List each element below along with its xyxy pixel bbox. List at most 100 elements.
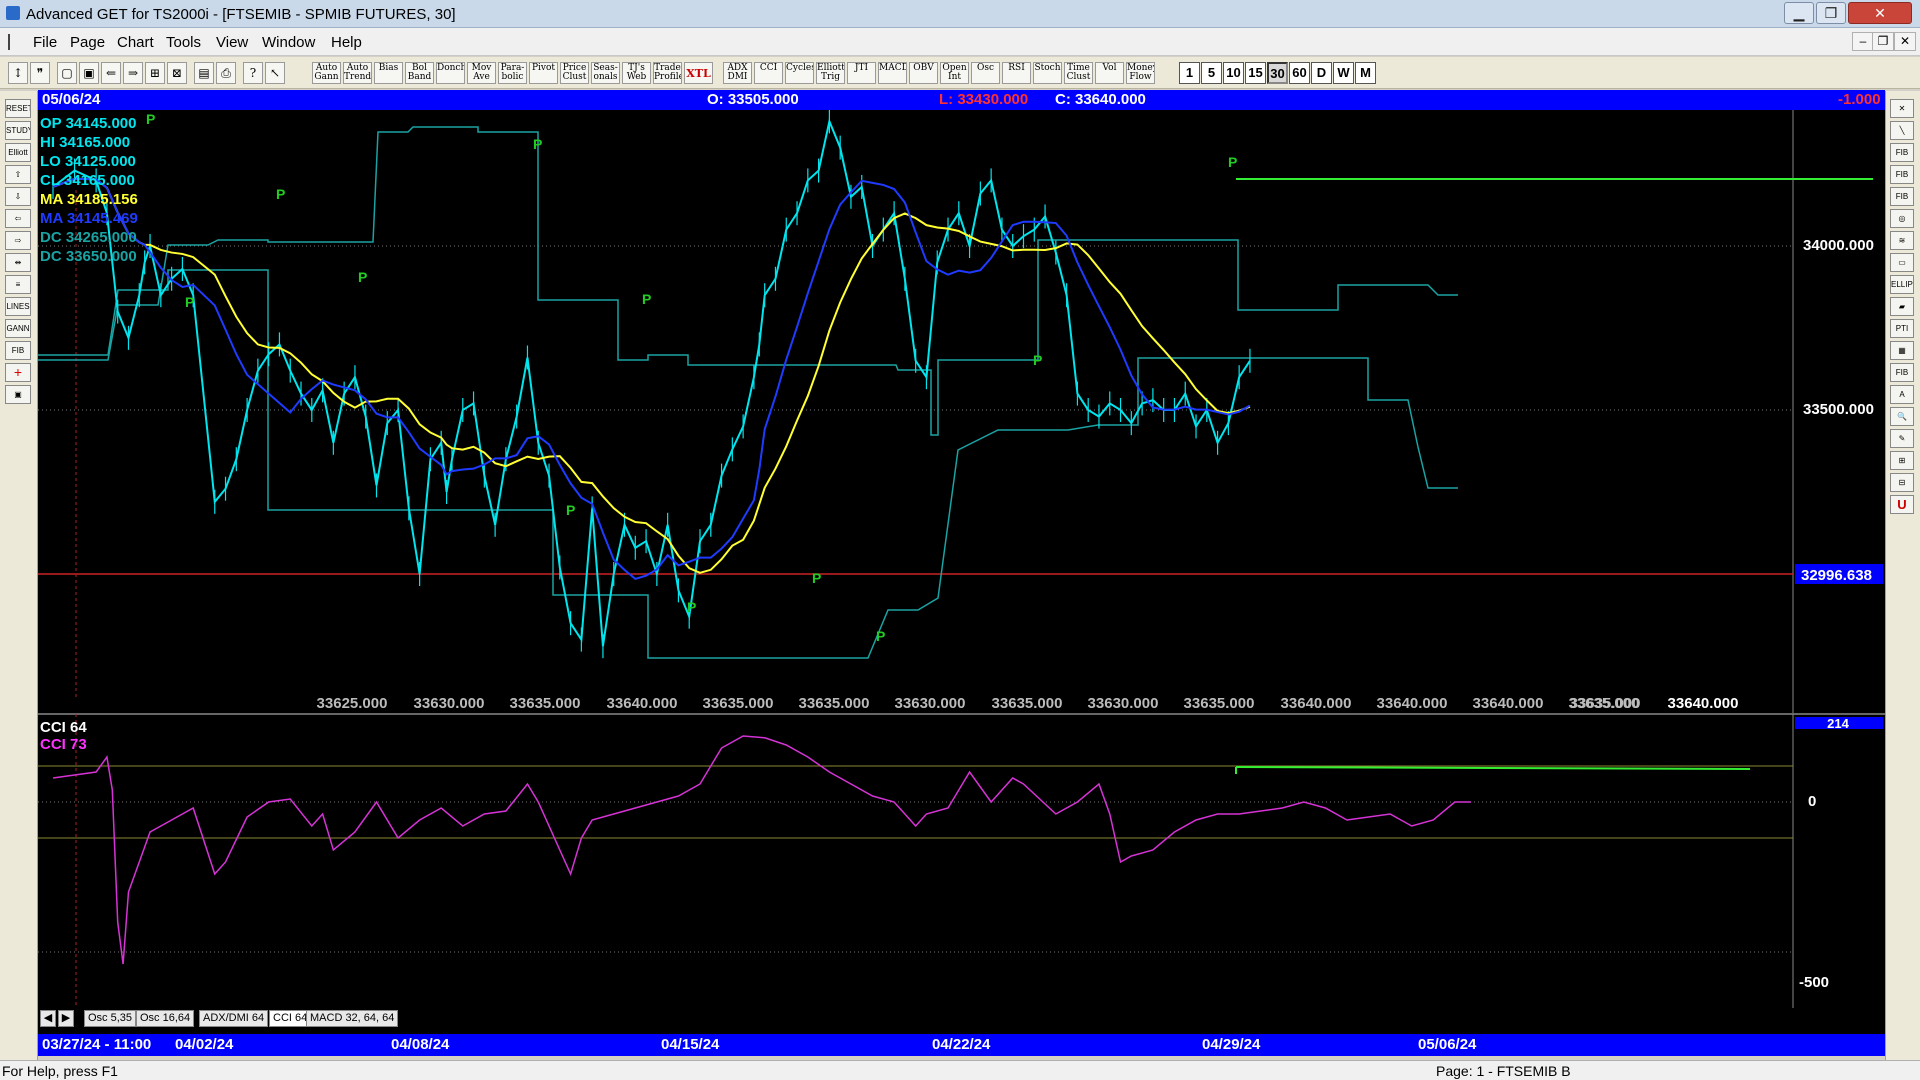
study-button-xtl[interactable]: XTL <box>684 62 713 84</box>
study-button-cycles[interactable]: Cycles <box>785 62 814 84</box>
study-button-price-clust[interactable]: Price Clust <box>560 62 589 84</box>
left-tool-button[interactable]: + <box>5 363 31 382</box>
left-tool-button[interactable]: ⇧ <box>5 165 31 184</box>
study-button-elliott-trig[interactable]: Elliott Trig <box>816 62 845 84</box>
toolbar-icon-button[interactable]: ↕ <box>8 62 28 84</box>
toolbar-icon-button[interactable]: ⇐ <box>101 62 121 84</box>
study-button-money-flow[interactable]: Money Flow <box>1126 62 1155 84</box>
menu-window[interactable]: Window <box>262 34 315 51</box>
study-button-donch[interactable]: Donch <box>436 62 465 84</box>
study-button-pivot[interactable]: Pivot <box>529 62 558 84</box>
study-button-mov-ave[interactable]: Mov Ave <box>467 62 496 84</box>
chart-svg[interactable]: P P P P P P P P P P P P 34000.000 33500.000 32996.638 O… <box>38 109 1885 1034</box>
right-tool-button[interactable]: ⊟ <box>1890 473 1914 492</box>
study-button-auto-gann[interactable]: Auto Gann <box>312 62 341 84</box>
right-tool-button[interactable]: ≋ <box>1890 231 1914 250</box>
left-tool-button[interactable]: FIB <box>5 341 31 360</box>
app-icon[interactable] <box>6 6 20 20</box>
left-tool-button[interactable]: Elliott <box>5 143 31 162</box>
study-button-bias[interactable]: Bias <box>374 62 403 84</box>
left-tool-button[interactable]: ▣ <box>5 385 31 404</box>
left-tool-button[interactable]: ⇩ <box>5 187 31 206</box>
chart-area[interactable]: P P P P P P P P P P P P 34000.000 33500.000 32996.638 O… <box>38 109 1885 1034</box>
timeframe-w[interactable]: W <box>1333 62 1354 84</box>
right-tool-button[interactable]: FIB <box>1890 363 1914 382</box>
right-tool-button[interactable]: ▰ <box>1890 297 1914 316</box>
panel-tab[interactable]: Osc 16,64 <box>136 1010 195 1027</box>
toolbar-icon-button[interactable]: ↖ <box>265 62 285 84</box>
left-tool-button[interactable]: GANN <box>5 319 31 338</box>
right-tool-button[interactable]: ELLIPS <box>1890 275 1914 294</box>
toolbar-icon-button[interactable]: ? <box>243 62 263 84</box>
toolbar-icon-button[interactable]: ⊠ <box>167 62 187 84</box>
study-button-auto-trend[interactable]: Auto Trend <box>343 62 372 84</box>
left-tool-button[interactable]: ⇦ <box>5 209 31 228</box>
mdi-restore-button[interactable]: ❐ <box>1872 32 1894 51</box>
study-button-rsi[interactable]: RSI <box>1002 62 1031 84</box>
timeframe-m[interactable]: M <box>1355 62 1376 84</box>
study-button-osc[interactable]: Osc <box>971 62 1000 84</box>
study-button-cci[interactable]: CCI <box>754 62 783 84</box>
document-icon[interactable] <box>8 34 20 50</box>
panel-tab[interactable]: ADX/DMI 64 <box>199 1010 269 1027</box>
study-button-tj-s-web[interactable]: TJ's Web <box>622 62 651 84</box>
left-tool-button[interactable]: ⇨ <box>5 231 31 250</box>
right-tool-button[interactable]: ▭ <box>1890 253 1914 272</box>
menu-page[interactable]: Page <box>70 34 105 51</box>
right-tool-button[interactable]: ◎ <box>1890 209 1914 228</box>
right-tool-button[interactable]: U <box>1890 495 1914 514</box>
timeframe-30[interactable]: 30 <box>1267 62 1288 84</box>
left-tool-button[interactable]: LINES <box>5 297 31 316</box>
timeframe-1[interactable]: 1 <box>1179 62 1200 84</box>
right-tool-button[interactable]: ╲ <box>1890 121 1914 140</box>
maximize-button[interactable]: ❐ <box>1816 2 1846 24</box>
panel-tab[interactable]: Osc 5,35 <box>84 1010 137 1027</box>
toolbar-icon-button[interactable]: ▣ <box>79 62 99 84</box>
timeframe-d[interactable]: D <box>1311 62 1332 84</box>
left-tool-button[interactable]: STUDY <box>5 121 31 140</box>
left-tool-button[interactable]: ≡ <box>5 275 31 294</box>
toolbar-icon-button[interactable]: ⊞ <box>145 62 165 84</box>
menu-chart[interactable]: Chart <box>117 34 154 51</box>
toolbar-icon-button[interactable]: ⎙ <box>216 62 236 84</box>
menu-file[interactable]: File <box>33 34 57 51</box>
study-button-jti[interactable]: JTI <box>847 62 876 84</box>
right-tool-button[interactable]: PTI <box>1890 319 1914 338</box>
tab-scroll-left-button[interactable]: ◀ <box>40 1010 56 1027</box>
toolbar-icon-button[interactable]: ▢ <box>57 62 77 84</box>
close-button[interactable]: ✕ <box>1848 2 1912 24</box>
right-tool-button[interactable]: ▦ <box>1890 341 1914 360</box>
panel-tab[interactable]: MACD 32, 64, 64 <box>306 1010 399 1027</box>
right-tool-button[interactable]: 🔍 <box>1890 407 1914 426</box>
study-button-adx-dmi[interactable]: ADX DMI <box>723 62 752 84</box>
mdi-minimize-button[interactable]: ‒ <box>1852 32 1874 51</box>
study-button-macd[interactable]: MACD <box>878 62 907 84</box>
study-button-bol-band[interactable]: Bol Band <box>405 62 434 84</box>
study-button-para-bolic[interactable]: Para- bolic <box>498 62 527 84</box>
timeframe-60[interactable]: 60 <box>1289 62 1310 84</box>
right-tool-button[interactable]: FIB RET <box>1890 143 1914 162</box>
panel-tab[interactable]: CCI 64 <box>269 1010 312 1027</box>
left-tool-button[interactable]: RESET <box>5 99 31 118</box>
left-tool-button[interactable]: ⇹ <box>5 253 31 272</box>
menu-help[interactable]: Help <box>331 34 362 51</box>
minimize-button[interactable]: ▁ <box>1784 2 1814 24</box>
menu-tools[interactable]: Tools <box>166 34 201 51</box>
toolbar-icon-button[interactable]: ❞ <box>30 62 50 84</box>
study-button-open-int[interactable]: Open Int <box>940 62 969 84</box>
timeframe-15[interactable]: 15 <box>1245 62 1266 84</box>
study-button-vol[interactable]: Vol <box>1095 62 1124 84</box>
study-button-trade-profile[interactable]: Trade Profile <box>653 62 682 84</box>
toolbar-icon-button[interactable]: ▤ <box>194 62 214 84</box>
right-tool-button[interactable]: A <box>1890 385 1914 404</box>
study-button-obv[interactable]: OBV <box>909 62 938 84</box>
right-tool-button[interactable]: ✕ <box>1890 99 1914 118</box>
toolbar-icon-button[interactable]: ⇒ <box>123 62 143 84</box>
right-tool-button[interactable]: ✎ <box>1890 429 1914 448</box>
tab-scroll-right-button[interactable]: ▶ <box>58 1010 74 1027</box>
study-button-stoch[interactable]: Stoch <box>1033 62 1062 84</box>
mdi-close-button[interactable]: ✕ <box>1894 32 1916 51</box>
right-tool-button[interactable]: FIB EXT <box>1890 165 1914 184</box>
study-button-seas-onals[interactable]: Seas- onals <box>591 62 620 84</box>
timeframe-10[interactable]: 10 <box>1223 62 1244 84</box>
